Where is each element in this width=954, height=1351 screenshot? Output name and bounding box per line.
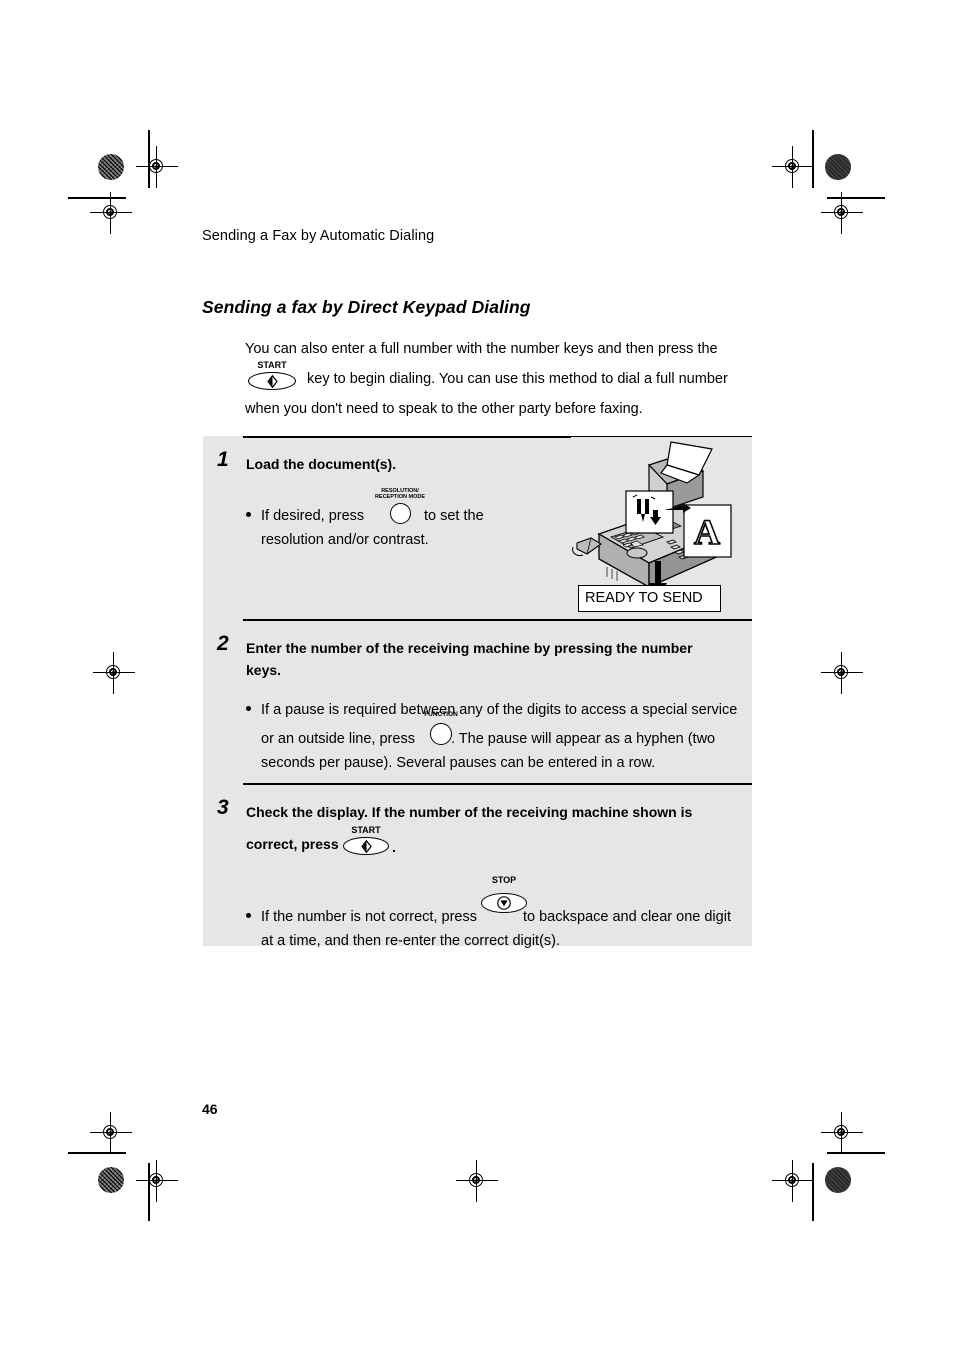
start-diamond-icon: [267, 375, 278, 388]
start-diamond-icon: [361, 840, 372, 853]
resolution-key-label-line2: RECEPTION MODE: [374, 493, 426, 500]
step-1-number: 1: [217, 448, 229, 471]
registration-mark-top-right-outer: [821, 192, 863, 234]
intro-paragraph: You can also enter a full number with th…: [245, 334, 735, 424]
resolution-reception-mode-key[interactable]: RESOLUTION/ RECEPTION MODE: [371, 488, 429, 524]
document-letter: A: [694, 512, 720, 552]
intro-line-3: when you don't need to speak to the othe…: [245, 401, 643, 417]
step-1-bullet-dot: [246, 512, 251, 517]
registration-mark-top-left-outer: [90, 192, 132, 234]
step-3-bullet-dot: [246, 913, 251, 918]
crop-line-bottom-right-vertical: [812, 1163, 814, 1221]
halftone-dot-top-left: [98, 154, 124, 180]
stop-triangle-icon: [497, 896, 511, 910]
step-1-bullet-line-1b: to set the: [424, 508, 484, 524]
start-key-intro[interactable]: START: [248, 360, 296, 390]
step-2-bullet-line-3: seconds per pause). Several pauses can b…: [261, 755, 656, 771]
crop-line-bottom-right-horizontal: [827, 1152, 885, 1154]
step-3-bullet-line-2: at a time, and then re-enter the correct…: [261, 933, 560, 949]
step-2-heading: Enter the number of the receiving machin…: [246, 637, 726, 681]
function-key-circle: [430, 723, 452, 745]
step-3-number: 3: [217, 796, 229, 819]
step-2-bullet-line-1: If a pause is required between any of th…: [261, 702, 738, 718]
step-3-heading-tail: .: [392, 839, 396, 855]
registration-mark-bottom-left-outer: [90, 1112, 132, 1154]
crop-line-top-right-vertical: [812, 130, 814, 188]
step-3-heading-line1: Check the display. If the number of the …: [246, 804, 693, 820]
registration-mark-bottom-right-outer: [821, 1112, 863, 1154]
step-3-heading-line2: correct, press: [246, 836, 339, 852]
registration-mark-top-left-inner: [136, 146, 178, 188]
start-key-step3-label: START: [351, 825, 381, 835]
function-key-label: FUNCTION: [424, 711, 458, 718]
registration-mark-bottom-left-inner: [136, 1160, 178, 1202]
halftone-dot-bottom-left: [98, 1167, 124, 1193]
running-head: Sending a Fax by Automatic Dialing: [202, 228, 435, 244]
stop-key-label: STOP: [491, 875, 517, 885]
halftone-dot-bottom-right: [825, 1167, 851, 1193]
start-key-label: START: [257, 360, 287, 370]
intro-line-1: You can also enter a full number with th…: [245, 341, 718, 357]
status-display: READY TO SEND: [578, 585, 721, 612]
crop-line-bottom-left-horizontal: [68, 1152, 126, 1154]
registration-mark-bottom-right-inner: [772, 1160, 814, 1202]
function-key[interactable]: FUNCTION: [421, 711, 461, 746]
intro-line-2: key to begin dialing. You can use this m…: [307, 371, 728, 387]
registration-mark-top-right-inner: [772, 146, 814, 188]
stop-key[interactable]: STOP: [481, 875, 527, 913]
halftone-dot-top-right: [825, 154, 851, 180]
page-title: Sending a fax by Direct Keypad Dialing: [202, 297, 531, 317]
resolution-key-circle: [390, 503, 411, 524]
step-2-top-rule: [243, 619, 752, 621]
resolution-key-label: RESOLUTION/ RECEPTION MODE: [374, 488, 426, 500]
start-key-step3[interactable]: START: [343, 825, 389, 855]
step-2-heading-line1: Enter the number of the receiving machin…: [246, 640, 693, 656]
page-number: 46: [202, 1101, 218, 1117]
step-2-bullet-dot: [246, 706, 251, 711]
registration-mark-bottom-center: [456, 1160, 498, 1202]
step-2-number: 2: [217, 632, 229, 655]
registration-mark-mid-right: [821, 652, 863, 694]
step-1-bullet-line-2: resolution and/or contrast.: [261, 532, 429, 548]
step-2-heading-line2: keys.: [246, 662, 282, 678]
step-3-top-rule: [243, 783, 752, 785]
registration-mark-mid-left: [93, 652, 135, 694]
